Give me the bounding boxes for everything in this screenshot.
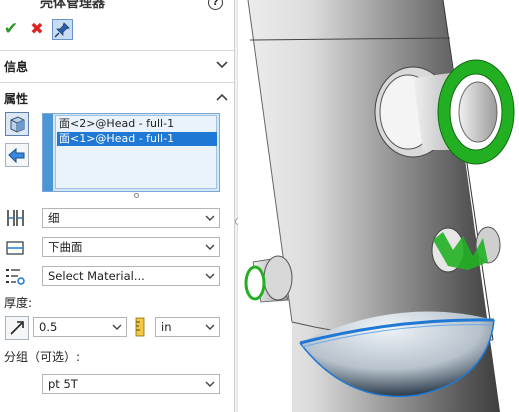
graphics-viewport[interactable] (238, 0, 519, 412)
ok-button[interactable]: ✔ (2, 20, 20, 38)
pushpin-icon (54, 22, 70, 38)
cube-face-icon (10, 116, 25, 133)
face-select[interactable]: 下曲面 (42, 237, 220, 257)
material-select-value: Select Material... (48, 269, 145, 283)
list-item-selected[interactable]: 面<1>@Head - full-1 (57, 132, 217, 146)
flip-arrow-icon (8, 147, 25, 164)
separator (0, 82, 234, 83)
faces-list[interactable]: 面<2>@Head - full-1 面<1>@Head - full-1 (42, 113, 220, 192)
chevron-up-icon[interactable] (215, 92, 229, 102)
dropdown-arrow-icon (205, 244, 215, 250)
ruler-icon (135, 317, 145, 337)
info-section-header[interactable]: 信息 (4, 58, 28, 75)
resize-handle[interactable] (134, 193, 139, 198)
help-icon[interactable]: ? (208, 0, 223, 10)
face-offset-icon (6, 241, 24, 255)
type-select-value: 细 (48, 211, 60, 225)
thickness-label: 厚度: (4, 296, 33, 310)
unit-select[interactable]: in (155, 317, 220, 337)
thickness-value: 0.5 (39, 320, 58, 334)
properties-section-header[interactable]: 属性 (4, 90, 28, 107)
dropdown-arrow-icon (205, 215, 215, 221)
material-list-icon (6, 269, 25, 285)
model-view (244, 0, 515, 412)
pin-button[interactable] (52, 19, 73, 40)
unit-value: in (161, 320, 172, 334)
thickness-type-icon (7, 210, 24, 226)
face-select-button[interactable] (5, 112, 29, 136)
dropdown-arrow-icon (205, 381, 215, 387)
cancel-button[interactable]: ✖ (28, 20, 46, 38)
dropdown-arrow-icon (205, 324, 215, 330)
face-select-value: 下曲面 (48, 240, 83, 254)
group-label: 分组（可选）: (4, 350, 81, 364)
type-select[interactable]: 细 (42, 208, 220, 228)
chevron-down-icon[interactable] (215, 60, 229, 70)
separator (0, 50, 234, 51)
faces-list-color-bar (43, 114, 53, 191)
dropdown-arrow-icon (112, 324, 122, 330)
material-select[interactable]: Select Material... (42, 266, 220, 286)
thickness-direction-button[interactable] (5, 316, 29, 340)
diagonal-arrow-icon (10, 321, 24, 335)
thickness-input[interactable]: 0.5 (33, 317, 127, 337)
faces-list-box[interactable]: 面<2>@Head - full-1 面<1>@Head - full-1 (55, 115, 217, 189)
property-manager-panel: 壳体管理器 ? ✔ ✖ 信息 属性 面<2>@Head - full-1 面<1… (0, 0, 234, 412)
checkmark-icon: ✔ (3, 19, 19, 39)
large-nozzle (374, 59, 515, 165)
group-select-value: pt 5T (48, 377, 78, 391)
panel-title: 壳体管理器 (40, 0, 106, 11)
list-item[interactable]: 面<2>@Head - full-1 (57, 117, 174, 131)
group-select[interactable]: pt 5T (42, 374, 220, 394)
dropdown-arrow-icon (205, 273, 215, 279)
small-nozzle (244, 255, 293, 303)
flip-direction-button[interactable] (5, 143, 29, 167)
x-icon: ✖ (30, 19, 44, 38)
